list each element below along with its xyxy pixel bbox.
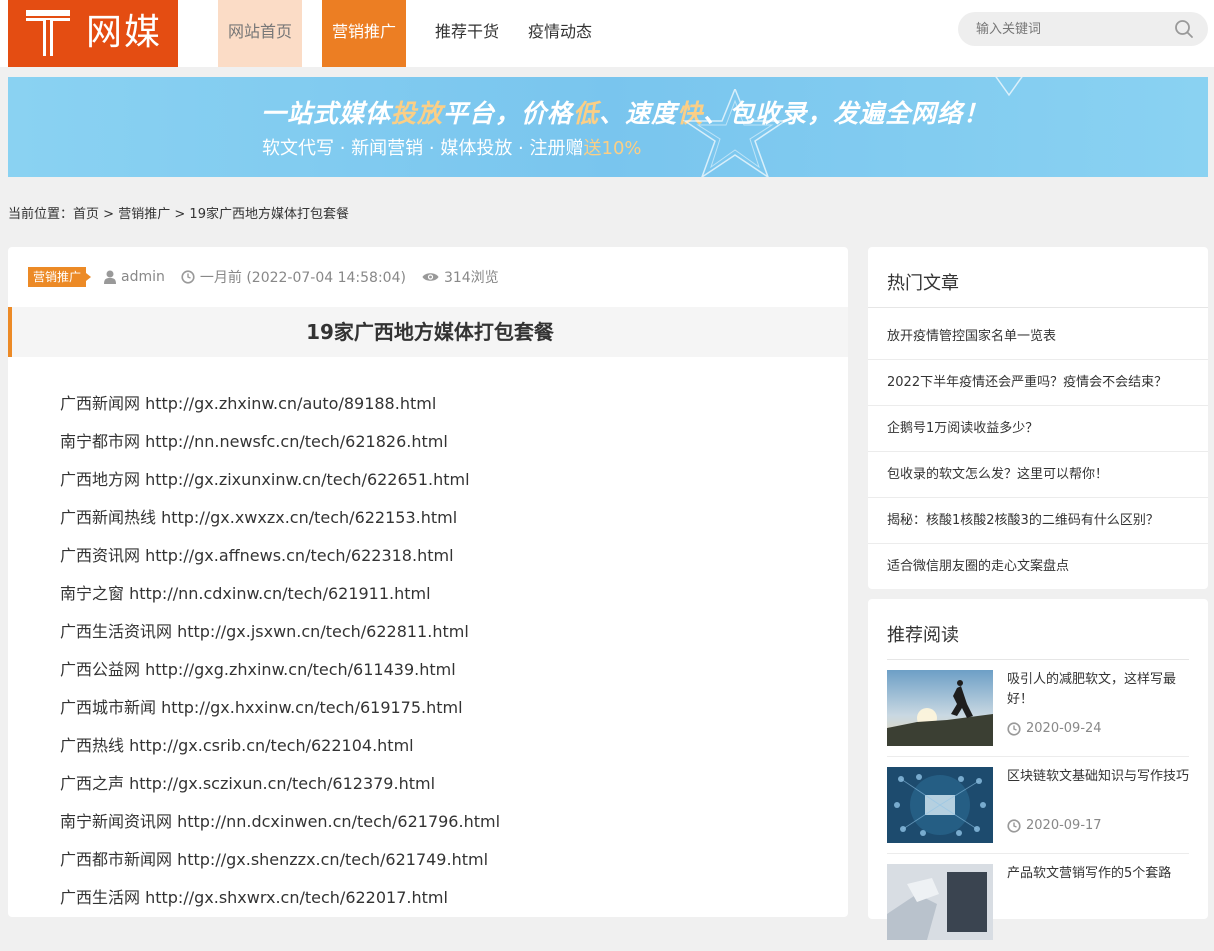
time-meta: 一月前 (2022-07-04 14:58:04) <box>181 267 406 287</box>
content-line: 南宁都市网 http://nn.newsfc.cn/tech/621826.ht… <box>60 432 448 451</box>
promo-banner[interactable]: 一站式媒体投放平台，价格低、速度快、包收录，发遍全网络！ 软文代写 · 新闻营销… <box>8 77 1208 177</box>
breadcrumb: 当前位置：首页 > 营销推广 > 19家广西地方媒体打包套餐 <box>8 203 349 222</box>
article-title: 19家广西地方媒体打包套餐 <box>306 320 554 344</box>
clock-icon <box>181 270 195 284</box>
recommended-item[interactable]: 产品软文营销写作的5个套路 <box>887 854 1189 951</box>
breadcrumb-sep: > <box>174 207 186 222</box>
content-line: 广西公益网 http://gxg.zhxinw.cn/tech/611439.h… <box>60 660 456 679</box>
content-line: 广西地方网 http://gx.zixunxinw.cn/tech/622651… <box>60 470 470 489</box>
runner-thumbnail[interactable] <box>887 670 993 746</box>
search-input[interactable] <box>976 12 1166 46</box>
hot-article-link[interactable]: 放开疫情管控国家名单一览表 <box>868 314 1208 360</box>
eye-icon <box>422 273 439 281</box>
content-line: 广西之声 http://gx.sczixun.cn/tech/612379.ht… <box>60 774 436 793</box>
recommended-item-date: 2020-09-17 <box>1007 818 1102 833</box>
main-nav: 网站首页 营销推广 推荐干货 疫情动态 <box>218 0 592 67</box>
content-line: 南宁新闻资讯网 http://nn.dcxinwen.cn/tech/62179… <box>60 812 501 831</box>
recommended-title: 推荐阅读 <box>887 625 959 646</box>
nav-home[interactable]: 网站首页 <box>218 0 302 67</box>
publish-time: 一月前 (2022-07-04 14:58:04) <box>199 270 406 286</box>
user-icon <box>104 270 117 284</box>
hot-articles-panel: 热门文章 放开疫情管控国家名单一览表 2022下半年疫情还会严重吗？疫情会不会结… <box>868 247 1208 589</box>
nav-recommended[interactable]: 推荐干货 <box>435 0 499 67</box>
category-tag[interactable]: 营销推广 <box>28 267 92 287</box>
content-line: 广西生活网 http://gx.shxwrx.cn/tech/622017.ht… <box>60 888 448 907</box>
content-line: 广西资讯网 http://gx.affnews.cn/tech/622318.h… <box>60 546 454 565</box>
recommended-item-title[interactable]: 吸引人的减肥软文，这样写最好！ <box>1007 670 1189 710</box>
content-line: 南宁之窗 http://nn.cdxinw.cn/tech/621911.htm… <box>60 584 431 603</box>
banner-subtitle: 软文代写 · 新闻营销 · 媒体投放 · 注册赠送10% <box>262 138 642 159</box>
breadcrumb-label: 当前位置： <box>8 207 74 222</box>
clock-icon <box>1007 721 1021 736</box>
recommended-item-title[interactable]: 产品软文营销写作的5个套路 <box>1007 864 1189 884</box>
recommended-item-date: 2020-09-24 <box>1007 721 1102 736</box>
recommended-item[interactable]: 吸引人的减肥软文，这样写最好！ 2020-09-24 <box>887 660 1189 757</box>
triangle-decoration-icon <box>995 77 1023 97</box>
content-line: 广西城市新闻 http://gx.hxxinw.cn/tech/619175.h… <box>60 698 463 717</box>
article-title-bar: 19家广西地方媒体打包套餐 <box>8 307 848 357</box>
logo-text: 网媒 <box>86 12 163 53</box>
star-decoration-icon <box>682 89 788 177</box>
breadcrumb-category[interactable]: 营销推广 <box>118 207 170 222</box>
search-box <box>958 12 1208 46</box>
nav-marketing[interactable]: 营销推广 <box>322 0 406 67</box>
site-header: 网媒 网站首页 营销推广 推荐干货 疫情动态 <box>0 0 1214 67</box>
hot-articles-title: 热门文章 <box>887 273 959 294</box>
breadcrumb-sep: > <box>103 207 115 222</box>
hot-article-link[interactable]: 包收录的软文怎么发？这里可以帮你！ <box>868 452 1208 498</box>
hot-article-link[interactable]: 2022下半年疫情还会严重吗？疫情会不会结束？ <box>868 360 1208 406</box>
site-logo[interactable]: 网媒 <box>8 0 178 67</box>
divider <box>868 307 1208 308</box>
recommended-panel: 推荐阅读 吸引人的减肥软文，这样写最好！ 2020-09-24 区块链软文基础知… <box>868 599 1208 940</box>
search-icon[interactable] <box>1174 19 1194 39</box>
hot-article-link[interactable]: 适合微信朋友圈的走心文案盘点 <box>868 544 1208 590</box>
author-meta: admin <box>104 269 165 285</box>
view-count: 314浏览 <box>443 270 499 286</box>
content-line: 广西新闻网 http://gx.zhxinw.cn/auto/89188.htm… <box>60 394 437 413</box>
blockchain-thumbnail[interactable] <box>887 767 993 843</box>
content-line: 广西热线 http://gx.csrib.cn/tech/622104.html <box>60 736 414 755</box>
recommended-item[interactable]: 区块链软文基础知识与写作技巧 2020-09-17 <box>887 757 1189 854</box>
content-line: 广西都市新闻网 http://gx.shenzzx.cn/tech/621749… <box>60 850 489 869</box>
article-content: 广西新闻网 http://gx.zhxinw.cn/auto/89188.htm… <box>60 385 500 917</box>
breadcrumb-current: 19家广西地方媒体打包套餐 <box>189 207 349 222</box>
banner-title: 一站式媒体投放平台，价格低、速度快、包收录，发遍全网络！ <box>261 99 990 128</box>
business-thumbnail[interactable] <box>887 864 993 940</box>
clock-icon <box>1007 818 1021 833</box>
breadcrumb-home[interactable]: 首页 <box>73 207 99 222</box>
content-line: 广西生活资讯网 http://gx.jsxwn.cn/tech/622811.h… <box>60 622 469 641</box>
hot-article-link[interactable]: 企鹅号1万阅读收益多少？ <box>868 406 1208 452</box>
recommended-item-title[interactable]: 区块链软文基础知识与写作技巧 <box>1007 767 1189 787</box>
logo-t-icon <box>26 10 70 56</box>
author-name[interactable]: admin <box>121 269 165 285</box>
article-meta: 营销推广 admin 一月前 (2022-07-04 14:58:04) 314… <box>28 266 515 288</box>
hot-articles-list: 放开疫情管控国家名单一览表 2022下半年疫情还会严重吗？疫情会不会结束？ 企鹅… <box>868 314 1208 590</box>
views-meta: 314浏览 <box>422 267 499 287</box>
nav-epidemic[interactable]: 疫情动态 <box>528 0 592 67</box>
content-line: 广西新闻热线 http://gx.xwxzx.cn/tech/622153.ht… <box>60 508 458 527</box>
article-card: 营销推广 admin 一月前 (2022-07-04 14:58:04) 314… <box>8 247 848 917</box>
hot-article-link[interactable]: 揭秘：核酸1核酸2核酸3的二维码有什么区别？ <box>868 498 1208 544</box>
